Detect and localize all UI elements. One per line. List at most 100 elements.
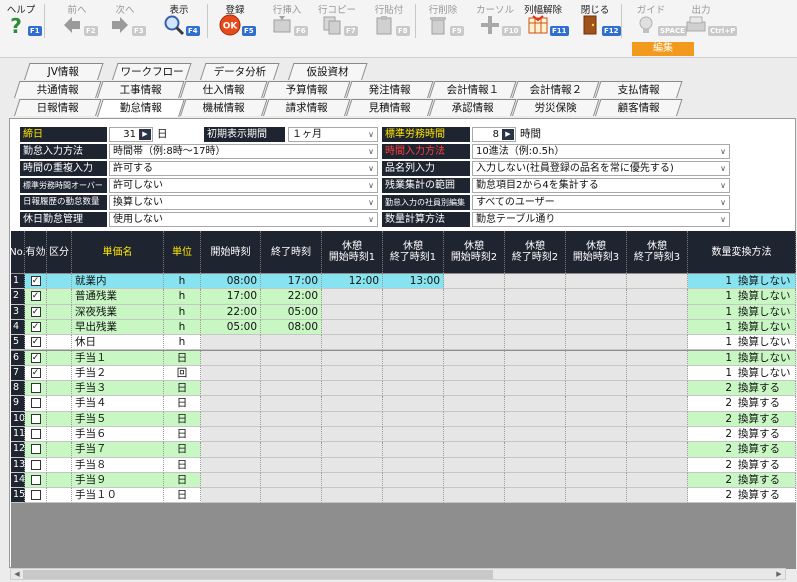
attend-editor-select[interactable]: すべてのユーザー ∨: [472, 195, 730, 210]
category-cell[interactable]: [47, 427, 72, 443]
break1-start-cell[interactable]: [322, 396, 383, 412]
start-time-cell[interactable]: [201, 427, 261, 443]
break-cell[interactable]: [566, 304, 627, 320]
tab-row3-7[interactable]: 顧客情報: [595, 99, 683, 116]
tab-row1-2[interactable]: データ分析: [200, 63, 280, 80]
break-cell[interactable]: [627, 472, 688, 489]
break1-end-cell[interactable]: [383, 289, 444, 305]
tab-row1-0[interactable]: JV情報: [24, 63, 104, 80]
unit-name-cell[interactable]: 手当６: [72, 427, 164, 443]
break-cell[interactable]: [444, 365, 505, 382]
column-header[interactable]: No.: [11, 231, 26, 273]
break-cell[interactable]: [444, 396, 505, 412]
valid-checkbox[interactable]: ✓: [30, 291, 41, 302]
table-row[interactable]: 14 手当９ 日 2 換算する: [11, 472, 796, 489]
break1-start-cell[interactable]: [322, 319, 383, 336]
valid-checkbox-cell[interactable]: ✓: [25, 319, 47, 336]
valid-checkbox[interactable]: [30, 383, 41, 394]
table-row[interactable]: 2 ✓ 普通残業 h 17:00 22:00 1 換算しない: [11, 289, 796, 305]
valid-checkbox-cell[interactable]: [25, 488, 47, 504]
break1-end-cell[interactable]: [383, 319, 444, 336]
end-time-cell[interactable]: 08:00: [261, 319, 322, 336]
unit-name-cell[interactable]: 手当４: [72, 396, 164, 412]
break-cell[interactable]: [444, 381, 505, 397]
break1-end-cell[interactable]: [383, 350, 444, 366]
conversion-method-cell[interactable]: 1 換算しない: [688, 319, 796, 336]
break1-start-cell[interactable]: [322, 472, 383, 489]
column-header[interactable]: 休憩 終了時刻1: [383, 231, 444, 273]
valid-checkbox-cell[interactable]: [25, 411, 47, 427]
edit-mode-button[interactable]: 編集: [632, 42, 694, 56]
unit-cell[interactable]: h: [164, 319, 201, 336]
break-cell[interactable]: [627, 396, 688, 412]
cursor-button[interactable]: カーソル F10: [476, 0, 521, 40]
break1-start-cell[interactable]: [322, 365, 383, 382]
conversion-method-cell[interactable]: 2 換算する: [688, 457, 796, 473]
break1-end-cell[interactable]: [383, 472, 444, 489]
unit-cell[interactable]: 日: [164, 381, 201, 397]
break-cell[interactable]: [566, 319, 627, 336]
break-cell[interactable]: [627, 381, 688, 397]
next-button[interactable]: 次へ F3: [106, 0, 146, 40]
row-insert-button[interactable]: 行挿入 F6: [268, 0, 308, 40]
horizontal-scrollbar[interactable]: ◀ ▶: [10, 568, 786, 580]
unit-cell[interactable]: 日: [164, 411, 201, 427]
category-cell[interactable]: [47, 319, 72, 336]
valid-checkbox[interactable]: ✓: [30, 321, 41, 332]
table-row[interactable]: 3 ✓ 深夜残業 h 22:00 05:00 1 換算しない: [11, 304, 796, 320]
unit-cell[interactable]: 日: [164, 457, 201, 473]
break-cell[interactable]: [505, 365, 566, 382]
break-cell[interactable]: [627, 335, 688, 351]
table-row[interactable]: 1 ✓ 就業内 h 08:00 17:00 12:00 13:00 1 換算しない: [11, 274, 796, 290]
category-cell[interactable]: [47, 304, 72, 320]
break1-end-cell[interactable]: [383, 365, 444, 382]
break1-end-cell[interactable]: [383, 304, 444, 320]
tab-row2-0[interactable]: 共通情報: [14, 81, 102, 98]
unit-cell[interactable]: 日: [164, 396, 201, 412]
break-cell[interactable]: [566, 274, 627, 290]
break-cell[interactable]: [444, 304, 505, 320]
break1-start-cell[interactable]: [322, 457, 383, 473]
scroll-left-icon[interactable]: ◀: [11, 569, 23, 579]
break-cell[interactable]: [566, 335, 627, 351]
column-header[interactable]: 単価名: [72, 231, 164, 273]
prev-button[interactable]: 前へ F2: [58, 0, 98, 40]
conversion-method-cell[interactable]: 2 換算する: [688, 442, 796, 458]
register-button[interactable]: 登録 OK F5: [216, 0, 256, 40]
break-cell[interactable]: [444, 472, 505, 489]
start-time-cell[interactable]: [201, 488, 261, 504]
break1-start-cell[interactable]: [322, 350, 383, 366]
break-cell[interactable]: [627, 411, 688, 427]
break1-start-cell[interactable]: [322, 289, 383, 305]
column-header[interactable]: 休憩 開始時刻2: [444, 231, 505, 273]
unit-cell[interactable]: 日: [164, 442, 201, 458]
valid-checkbox[interactable]: [30, 429, 41, 439]
break1-start-cell[interactable]: [322, 335, 383, 351]
valid-checkbox-cell[interactable]: [25, 442, 47, 458]
unit-name-cell[interactable]: 手当９: [72, 472, 164, 489]
valid-checkbox[interactable]: [30, 444, 41, 455]
break1-start-cell[interactable]: [322, 442, 383, 458]
break-cell[interactable]: [566, 411, 627, 427]
overtime-range-select[interactable]: 勤怠項目2から4を集計する ∨: [472, 178, 730, 193]
break1-end-cell[interactable]: [383, 381, 444, 397]
tab-row3-1[interactable]: 勤怠情報: [97, 99, 185, 117]
start-time-cell[interactable]: [201, 472, 261, 489]
break-cell[interactable]: [566, 442, 627, 458]
guide-button[interactable]: ガイド SPACE: [632, 0, 687, 40]
break-cell[interactable]: [627, 274, 688, 290]
valid-checkbox[interactable]: [30, 474, 41, 485]
break-cell[interactable]: [444, 442, 505, 458]
break-cell[interactable]: [627, 427, 688, 443]
tab-row3-4[interactable]: 見積情報: [346, 99, 434, 116]
unit-name-cell[interactable]: 手当１０: [72, 488, 164, 504]
category-cell[interactable]: [47, 335, 72, 351]
end-time-cell[interactable]: 05:00: [261, 304, 322, 320]
break-cell[interactable]: [627, 350, 688, 366]
scroll-right-icon[interactable]: ▶: [773, 569, 785, 579]
unit-cell[interactable]: h: [164, 289, 201, 305]
valid-checkbox-cell[interactable]: ✓: [25, 274, 47, 290]
unit-name-cell[interactable]: 休日: [72, 335, 164, 351]
end-time-cell[interactable]: [261, 427, 322, 443]
category-cell[interactable]: [47, 472, 72, 489]
